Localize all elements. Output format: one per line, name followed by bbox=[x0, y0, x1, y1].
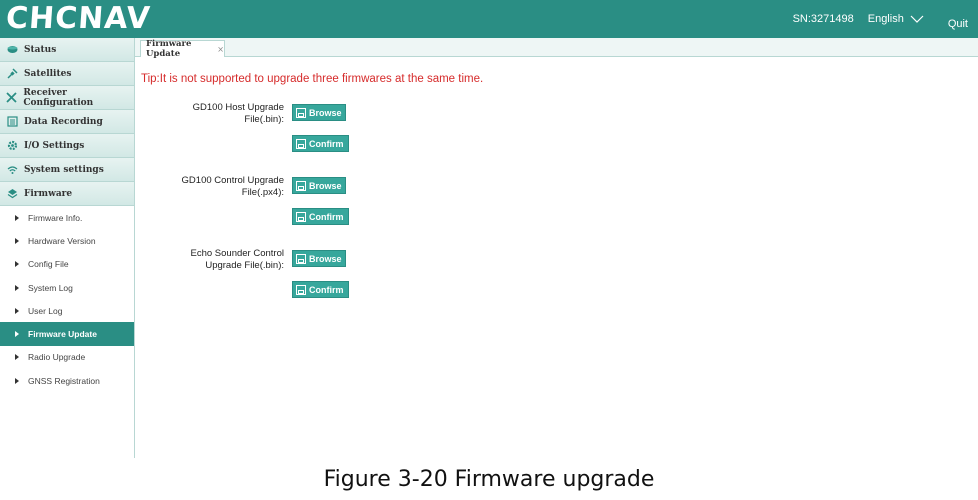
control-upgrade-label: GD100 Control Upgrade File(.px4): bbox=[181, 175, 284, 198]
save-icon bbox=[296, 211, 306, 222]
sidebar-item-user-log[interactable]: User Log bbox=[0, 299, 134, 322]
host-browse-button[interactable]: Browse bbox=[292, 104, 346, 121]
sidebar: Status Satellites Receiver Configuration… bbox=[0, 38, 135, 458]
sidebar-section-receiver-configuration[interactable]: Receiver Configuration bbox=[0, 86, 134, 110]
host-upgrade-label: GD100 Host Upgrade File(.bin): bbox=[192, 102, 284, 125]
satellite-icon bbox=[6, 68, 18, 80]
wifi-icon bbox=[6, 164, 18, 176]
caret-right-icon bbox=[15, 331, 19, 338]
upload-icon bbox=[296, 180, 306, 191]
sidebar-item-radio-upgrade[interactable]: Radio Upgrade bbox=[0, 346, 134, 369]
host-confirm-button[interactable]: Confirm bbox=[292, 135, 349, 152]
header-right: SN:3271498 English Quit bbox=[793, 0, 978, 38]
sidebar-section-firmware[interactable]: Firmware bbox=[0, 182, 134, 206]
chcnav-logo: CHCNAV bbox=[4, 1, 152, 36]
sidebar-item-gnss-registration[interactable]: GNSS Registration bbox=[0, 369, 134, 392]
save-icon bbox=[296, 284, 306, 295]
caret-right-icon bbox=[15, 377, 19, 384]
echo-browse-button[interactable]: Browse bbox=[292, 250, 346, 267]
layers-icon bbox=[6, 188, 18, 200]
sidebar-item-config-file[interactable]: Config File bbox=[0, 253, 134, 276]
upload-icon bbox=[296, 253, 306, 264]
figure-caption: Figure 3-20 Firmware upgrade bbox=[323, 467, 655, 492]
gear-icon bbox=[6, 140, 18, 152]
sidebar-item-firmware-info[interactable]: Firmware Info. bbox=[0, 206, 134, 229]
status-icon bbox=[6, 44, 18, 56]
close-icon[interactable]: × bbox=[217, 45, 224, 54]
language-label: English bbox=[867, 13, 904, 25]
quit-button[interactable]: Quit bbox=[948, 18, 968, 30]
sidebar-section-io-settings[interactable]: I/O Settings bbox=[0, 134, 134, 158]
control-confirm-button[interactable]: Confirm bbox=[292, 208, 349, 225]
tools-icon bbox=[6, 92, 17, 104]
caret-right-icon bbox=[15, 354, 19, 361]
sidebar-section-status[interactable]: Status bbox=[0, 38, 134, 62]
sidebar-section-system-settings[interactable]: System settings bbox=[0, 158, 134, 182]
caret-right-icon bbox=[15, 284, 19, 291]
save-icon bbox=[296, 138, 306, 149]
chevron-down-icon bbox=[910, 15, 924, 23]
sidebar-section-satellites[interactable]: Satellites bbox=[0, 62, 134, 86]
language-selector[interactable]: English bbox=[868, 13, 924, 25]
serial-number: SN:3271498 bbox=[792, 13, 854, 25]
caret-right-icon bbox=[15, 261, 19, 268]
tip-message: Tip:It is not supported to upgrade three… bbox=[141, 73, 484, 85]
sidebar-item-hardware-version[interactable]: Hardware Version bbox=[0, 229, 134, 252]
caret-right-icon bbox=[15, 237, 19, 244]
top-header: CHCNAV SN:3271498 English Quit bbox=[0, 0, 978, 38]
echo-sounder-upgrade-label: Echo Sounder Control Upgrade File(.bin): bbox=[190, 248, 284, 271]
sidebar-item-firmware-update[interactable]: Firmware Update bbox=[0, 322, 134, 346]
tab-firmware-update[interactable]: Firmware Update × bbox=[140, 39, 225, 59]
sidebar-section-data-recording[interactable]: Data Recording bbox=[0, 110, 134, 134]
control-browse-button[interactable]: Browse bbox=[292, 177, 346, 194]
document-icon bbox=[6, 116, 18, 128]
caret-right-icon bbox=[15, 307, 19, 314]
sidebar-item-system-log[interactable]: System Log bbox=[0, 276, 134, 299]
upload-icon bbox=[296, 107, 306, 118]
echo-confirm-button[interactable]: Confirm bbox=[292, 281, 349, 298]
tab-bar: Firmware Update × bbox=[135, 38, 978, 59]
caret-right-icon bbox=[15, 214, 19, 221]
